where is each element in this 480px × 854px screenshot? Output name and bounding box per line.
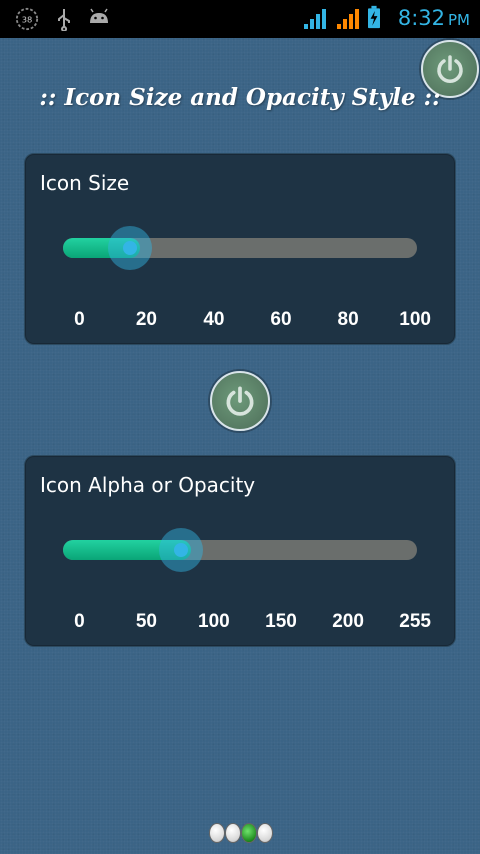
status-bar: 38 8:32 PM <box>0 0 480 38</box>
scale-tick: 80 <box>337 309 359 330</box>
clock: 8:32 PM <box>398 6 470 30</box>
clock-time: 8:32 <box>397 6 445 30</box>
android-icon <box>90 8 108 23</box>
scale-tick: 255 <box>399 611 431 632</box>
signal-blue-icon <box>304 9 326 29</box>
page-dot[interactable] <box>209 823 225 843</box>
scale-tick: 100 <box>198 611 230 632</box>
page-dot[interactable] <box>225 823 241 843</box>
scale-tick: 0 <box>74 309 85 330</box>
scale-tick: 50 <box>135 611 157 632</box>
usb-icon <box>58 9 70 31</box>
scale-tick: 40 <box>203 309 225 330</box>
signal-orange-icon <box>337 9 359 29</box>
page-dot-active[interactable] <box>241 823 257 843</box>
icon-alpha-scale: 0 50 100 150 200 255 <box>47 611 437 635</box>
icon-size-slider[interactable] <box>63 226 417 270</box>
power-icon <box>226 386 254 416</box>
scale-tick: 60 <box>270 309 292 330</box>
icon-alpha-panel: Icon Alpha or Opacity 0 50 100 150 200 2… <box>24 455 456 647</box>
icon-size-panel: Icon Size 0 20 40 60 80 100 <box>24 153 456 345</box>
scale-tick: 20 <box>135 309 157 330</box>
power-icon <box>437 55 463 83</box>
page-dot[interactable] <box>257 823 273 843</box>
scale-tick: 150 <box>265 611 297 632</box>
icon-alpha-label: Icon Alpha or Opacity <box>40 473 256 497</box>
page-indicator <box>209 823 273 843</box>
scale-tick: 0 <box>74 611 85 632</box>
icon-alpha-slider[interactable] <box>63 528 417 572</box>
icon-preview[interactable] <box>210 371 270 431</box>
battery-charging-icon <box>368 5 380 29</box>
icon-size-scale: 0 20 40 60 80 100 <box>47 309 437 333</box>
notification-38-icon: 38 <box>15 7 39 31</box>
scale-tick: 200 <box>332 611 364 632</box>
scale-tick: 100 <box>399 309 431 330</box>
clock-ampm: PM <box>448 11 470 29</box>
icon-size-label: Icon Size <box>40 171 130 195</box>
slider-thumb[interactable] <box>159 528 203 572</box>
page-title: :: Icon Size and Opacity Style :: <box>39 84 441 111</box>
slider-thumb[interactable] <box>108 226 152 270</box>
svg-text:38: 38 <box>22 15 33 25</box>
